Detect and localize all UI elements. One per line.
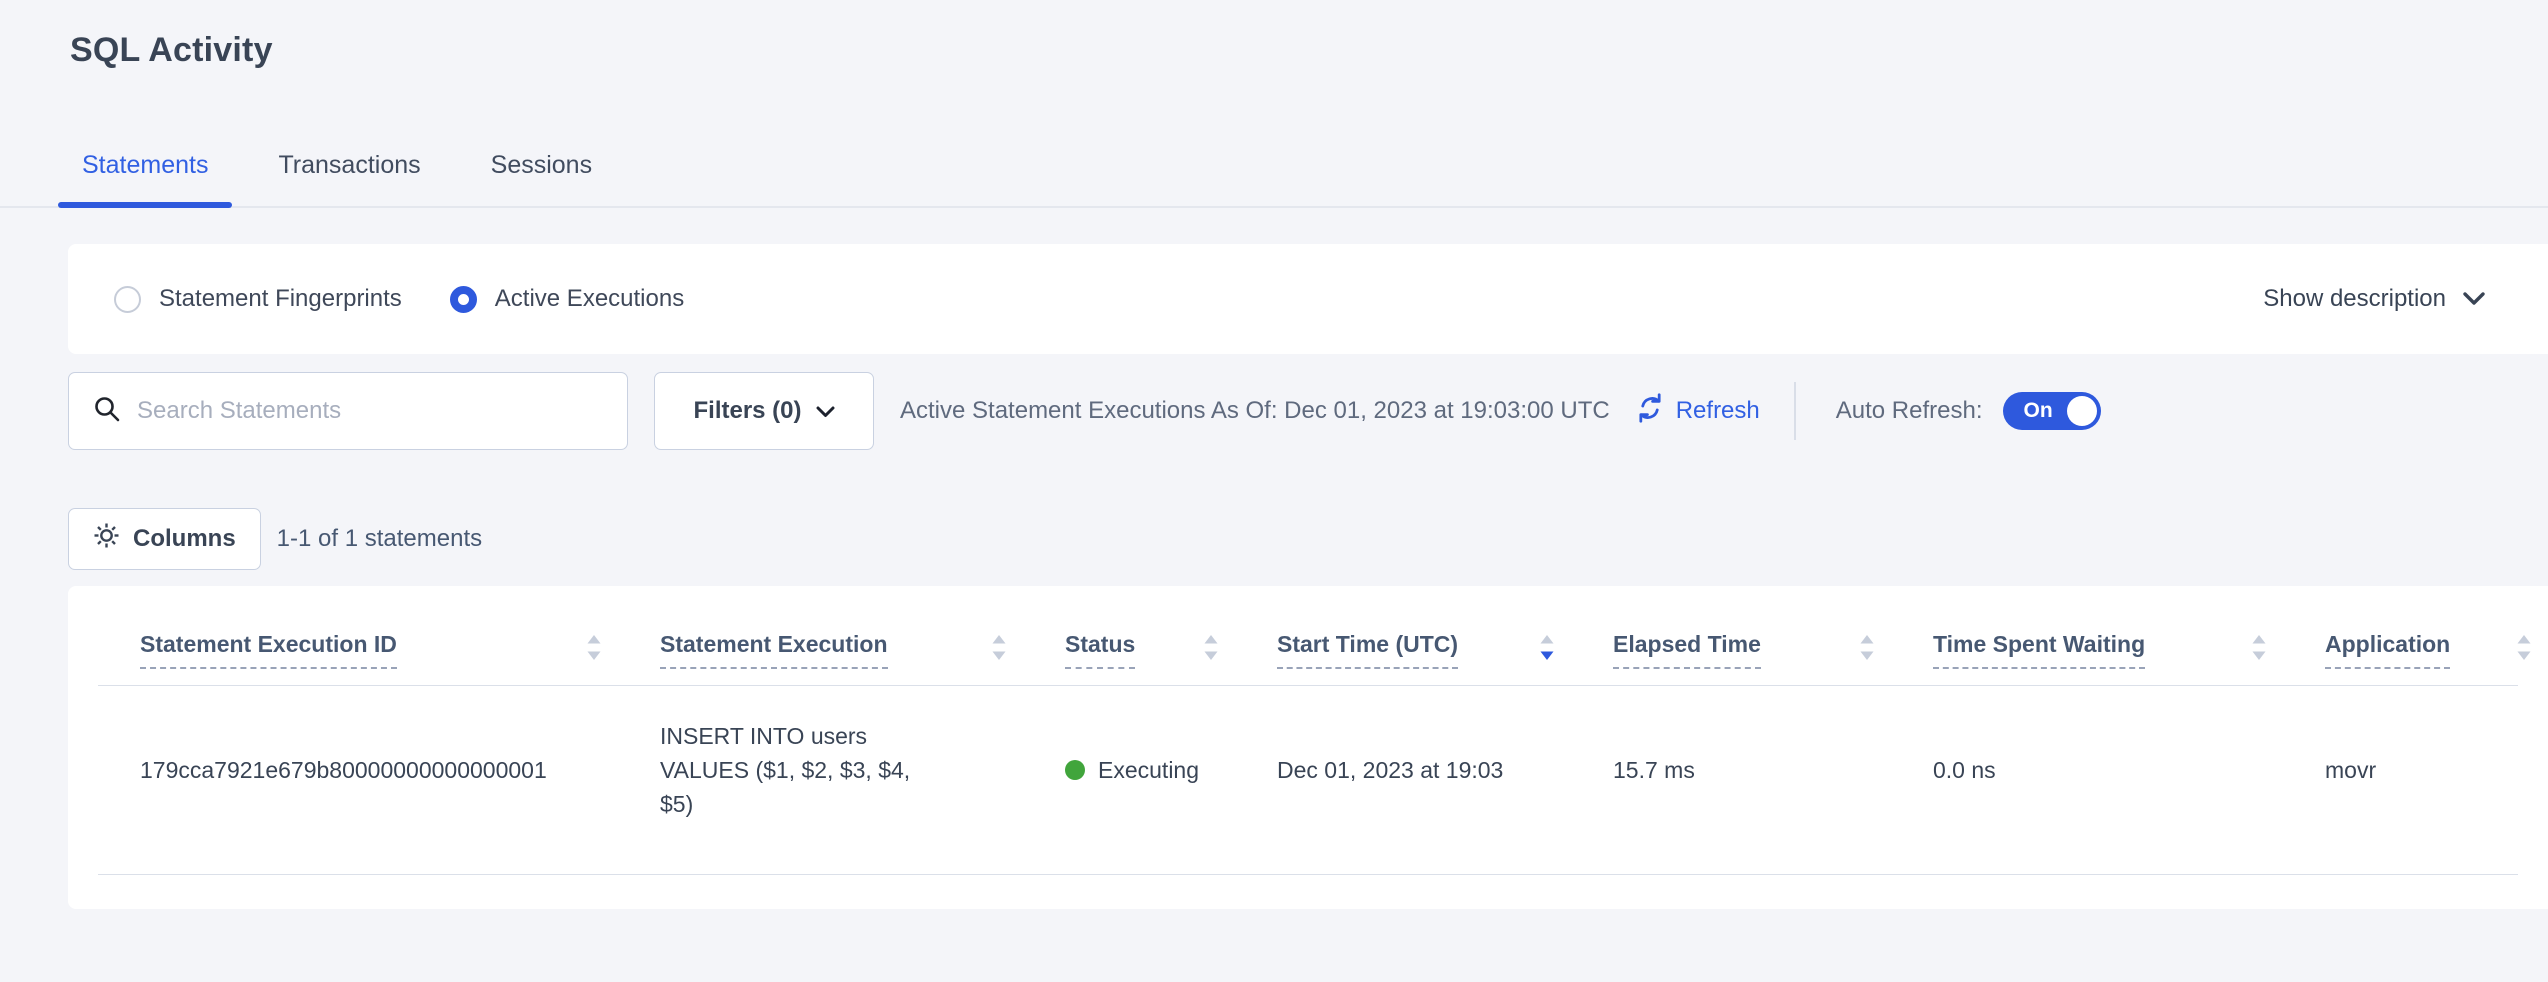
refresh-button[interactable]: Refresh	[1634, 392, 1760, 431]
sort-icon[interactable]	[1203, 634, 1219, 666]
chevron-down-icon	[816, 397, 835, 425]
column-header-status[interactable]: Status	[1065, 630, 1277, 669]
column-header-elapsed-time[interactable]: Elapsed Time	[1613, 630, 1933, 669]
sort-icon[interactable]	[1539, 634, 1555, 666]
column-header-statement-execution-id[interactable]: Statement Execution ID	[140, 630, 660, 669]
statements-toolbar: Filters (0) Active Statement Executions …	[68, 372, 2548, 450]
column-header-time-spent-waiting[interactable]: Time Spent Waiting	[1933, 630, 2325, 669]
radio-icon[interactable]	[450, 286, 477, 313]
filters-label: Filters (0)	[693, 397, 801, 425]
view-mode-radio-group: Statement Fingerprints Active Executions	[114, 285, 684, 313]
table-header-row: Statement Execution ID Statement Executi…	[68, 586, 2548, 669]
column-header-application[interactable]: Application	[2325, 630, 2548, 669]
cell-statement-execution-id: 179cca7921e679b80000000000000001	[140, 757, 660, 784]
radio-active-executions[interactable]: Active Executions	[450, 285, 684, 313]
table-row[interactable]: 179cca7921e679b80000000000000001 INSERT …	[68, 686, 2548, 858]
sort-icon[interactable]	[2516, 634, 2532, 666]
auto-refresh-control: Auto Refresh: On	[1836, 392, 2101, 430]
tab-statements[interactable]: Statements	[58, 150, 232, 206]
column-header-start-time[interactable]: Start Time (UTC)	[1277, 630, 1613, 669]
search-box[interactable]	[68, 372, 628, 450]
radio-icon[interactable]	[114, 286, 141, 313]
chevron-down-icon	[2462, 285, 2486, 313]
view-mode-card: Statement Fingerprints Active Executions…	[68, 244, 2548, 354]
search-icon	[93, 395, 121, 428]
show-description-button[interactable]: Show description	[2263, 285, 2486, 313]
statements-table: Statement Execution ID Statement Executi…	[68, 586, 2548, 909]
page-title: SQL Activity	[70, 30, 2548, 70]
filters-button[interactable]: Filters (0)	[654, 372, 874, 450]
table-toolbar: Columns 1-1 of 1 statements	[68, 508, 2548, 570]
column-header-statement-execution[interactable]: Statement Execution	[660, 630, 1065, 669]
refresh-icon	[1634, 392, 1666, 431]
row-divider	[98, 874, 2518, 875]
search-input[interactable]	[137, 397, 607, 425]
cell-start-time: Dec 01, 2023 at 19:03	[1277, 757, 1613, 784]
toolbar-divider	[1794, 382, 1796, 440]
sort-icon[interactable]	[2251, 634, 2267, 666]
toggle-state-label: On	[2024, 399, 2053, 423]
gear-icon	[93, 522, 120, 556]
sort-icon[interactable]	[991, 634, 1007, 666]
as-of-label: Active Statement Executions As Of: Dec 0…	[900, 397, 1610, 425]
radio-label: Statement Fingerprints	[159, 285, 402, 313]
tab-sessions[interactable]: Sessions	[467, 150, 616, 206]
tab-bar: Statements Transactions Sessions	[0, 150, 2548, 208]
tab-transactions[interactable]: Transactions	[254, 150, 444, 206]
columns-button[interactable]: Columns	[68, 508, 261, 570]
sort-icon[interactable]	[1859, 634, 1875, 666]
auto-refresh-label: Auto Refresh:	[1836, 397, 1983, 425]
refresh-label: Refresh	[1676, 397, 1760, 425]
radio-statement-fingerprints[interactable]: Statement Fingerprints	[114, 285, 402, 313]
auto-refresh-toggle[interactable]: On	[2003, 392, 2101, 430]
columns-label: Columns	[133, 525, 236, 553]
cell-statement-execution[interactable]: INSERT INTO users VALUES ($1, $2, $3, $4…	[660, 719, 970, 821]
sort-icon[interactable]	[586, 634, 602, 666]
results-count: 1-1 of 1 statements	[277, 525, 482, 553]
cell-time-spent-waiting: 0.0 ns	[1933, 757, 2325, 784]
toggle-knob	[2067, 396, 2097, 426]
status-label: Executing	[1098, 757, 1199, 784]
status-dot-icon	[1065, 760, 1085, 780]
show-description-label: Show description	[2263, 285, 2446, 313]
cell-status: Executing	[1065, 757, 1277, 784]
cell-elapsed-time: 15.7 ms	[1613, 757, 1933, 784]
radio-label: Active Executions	[495, 285, 684, 313]
cell-application: movr	[2325, 757, 2548, 784]
